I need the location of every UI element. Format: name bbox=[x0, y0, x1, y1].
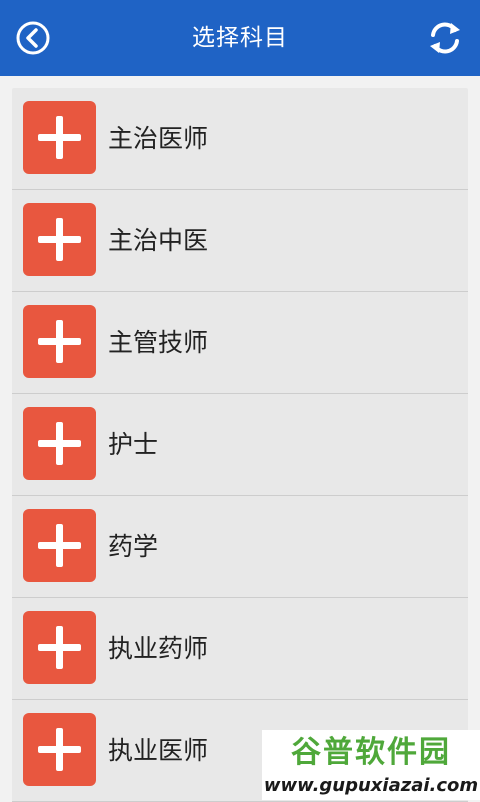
subject-label: 药学 bbox=[108, 532, 159, 561]
plus-icon bbox=[23, 305, 96, 378]
subject-label: 护士 bbox=[108, 430, 159, 459]
refresh-icon bbox=[430, 22, 460, 54]
plus-icon bbox=[23, 713, 96, 786]
plus-icon bbox=[23, 101, 96, 174]
subject-list: 主治医师 主治中医 主管技师 护士 药学 执业药师 执业医师 bbox=[12, 88, 468, 802]
subject-label: 主治中医 bbox=[108, 226, 209, 255]
watermark-title: 谷普软件园 bbox=[291, 735, 451, 770]
subject-label: 主治医师 bbox=[108, 124, 209, 153]
watermark: 谷普软件园 www.gupuxiazai.com bbox=[262, 730, 480, 800]
subject-item[interactable]: 主治医师 bbox=[12, 88, 468, 190]
watermark-url: www.gupuxiazai.com bbox=[263, 775, 479, 796]
subject-item[interactable]: 护士 bbox=[12, 394, 468, 496]
subject-item[interactable]: 主管技师 bbox=[12, 292, 468, 394]
subject-item[interactable]: 主治中医 bbox=[12, 190, 468, 292]
top-bar: 选择科目 bbox=[0, 0, 480, 76]
plus-icon bbox=[23, 509, 96, 582]
subject-label: 执业医师 bbox=[108, 736, 209, 765]
plus-icon bbox=[23, 407, 96, 480]
page-title: 选择科目 bbox=[192, 25, 288, 51]
subject-label: 执业药师 bbox=[108, 634, 209, 663]
plus-icon bbox=[23, 611, 96, 684]
subject-label: 主管技师 bbox=[108, 328, 209, 357]
subject-item[interactable]: 药学 bbox=[12, 496, 468, 598]
plus-icon bbox=[23, 203, 96, 276]
refresh-button[interactable] bbox=[425, 18, 465, 58]
subject-item[interactable]: 执业药师 bbox=[12, 598, 468, 700]
